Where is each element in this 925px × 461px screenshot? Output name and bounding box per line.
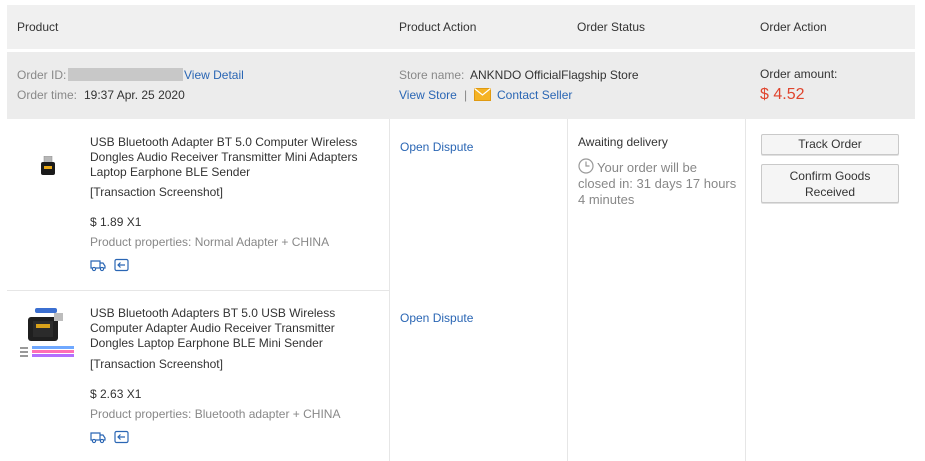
header-product: Product — [17, 20, 59, 34]
product-title-line[interactable]: USB Bluetooth Adapters BT 5.0 USB Wirele… — [90, 306, 380, 321]
column-divider — [389, 119, 390, 461]
product-title[interactable]: USB Bluetooth Adapters BT 5.0 USB Wirele… — [90, 306, 380, 351]
order-time-label: Order time: — [17, 88, 78, 102]
transaction-screenshot-link[interactable]: [Transaction Screenshot] — [90, 185, 223, 199]
truck-icon[interactable] — [90, 430, 106, 447]
product-title-line[interactable]: Dongles Audio Receiver Transmitter Mini … — [90, 150, 380, 165]
header-product-action: Product Action — [399, 20, 477, 34]
return-icon[interactable] — [114, 258, 129, 275]
return-icon[interactable] — [114, 430, 129, 447]
view-detail-link[interactable]: View Detail — [184, 68, 244, 82]
product-title-line[interactable]: Dongles Laptop Earphone BLE Mini Sender — [90, 336, 380, 351]
confirm-goods-received-button[interactable]: Confirm Goods Received — [761, 164, 899, 203]
order-amount-label: Order amount: — [760, 67, 838, 81]
table-header: Product Product Action Order Status Orde… — [7, 5, 915, 49]
countdown-line: Your order will be — [597, 160, 697, 175]
view-store-link[interactable]: View Store — [399, 88, 457, 102]
open-dispute-link[interactable]: Open Dispute — [400, 140, 473, 154]
column-divider — [745, 119, 746, 461]
product-title[interactable]: USB Bluetooth Adapter BT 5.0 Computer Wi… — [90, 135, 380, 180]
countdown-line: 4 minutes — [578, 192, 635, 207]
product-price: $ 1.89 X1 — [90, 215, 142, 229]
order-id-redacted — [68, 68, 183, 81]
product-title-line[interactable]: Laptop Earphone BLE Sender — [90, 165, 380, 180]
product-properties: Product properties: Normal Adapter + CHI… — [90, 235, 330, 249]
button-label: Confirm Goods — [789, 169, 871, 183]
order-time-value: 19:37 Apr. 25 2020 — [84, 88, 185, 102]
order-status-title: Awaiting delivery — [578, 135, 668, 149]
order-amount-value: $ 4.52 — [760, 86, 805, 103]
transaction-screenshot-link[interactable]: [Transaction Screenshot] — [90, 357, 223, 371]
open-dispute-link[interactable]: Open Dispute — [400, 311, 473, 325]
button-label: Received — [804, 185, 856, 199]
countdown-line: closed in: 31 days 17 hours — [578, 176, 737, 191]
order-id-label: Order ID: — [17, 68, 67, 82]
track-order-button[interactable]: Track Order — [761, 134, 899, 155]
store-name: ANKNDO OfficialFlagship Store — [470, 68, 639, 82]
order-countdown: Your order will be closed in: 31 days 17… — [578, 160, 736, 208]
row-divider — [7, 290, 389, 291]
contact-seller-link[interactable]: Contact Seller — [497, 88, 572, 102]
link-separator: | — [464, 88, 468, 102]
product-title-line[interactable]: USB Bluetooth Adapter BT 5.0 Computer Wi… — [90, 135, 380, 150]
header-order-status: Order Status — [577, 20, 646, 34]
column-divider — [567, 119, 568, 461]
product-title-line[interactable]: Computer Adapter Audio Receiver Transmit… — [90, 321, 380, 336]
store-name-label: Store name: — [399, 68, 465, 82]
truck-icon[interactable] — [90, 258, 106, 275]
header-order-action: Order Action — [760, 20, 827, 34]
product-thumbnail[interactable] — [40, 155, 56, 176]
product-properties: Product properties: Bluetooth adapter + … — [90, 407, 341, 421]
product-price: $ 2.63 X1 — [90, 387, 142, 401]
envelope-icon[interactable] — [474, 88, 491, 104]
product-thumbnail[interactable] — [18, 307, 76, 365]
